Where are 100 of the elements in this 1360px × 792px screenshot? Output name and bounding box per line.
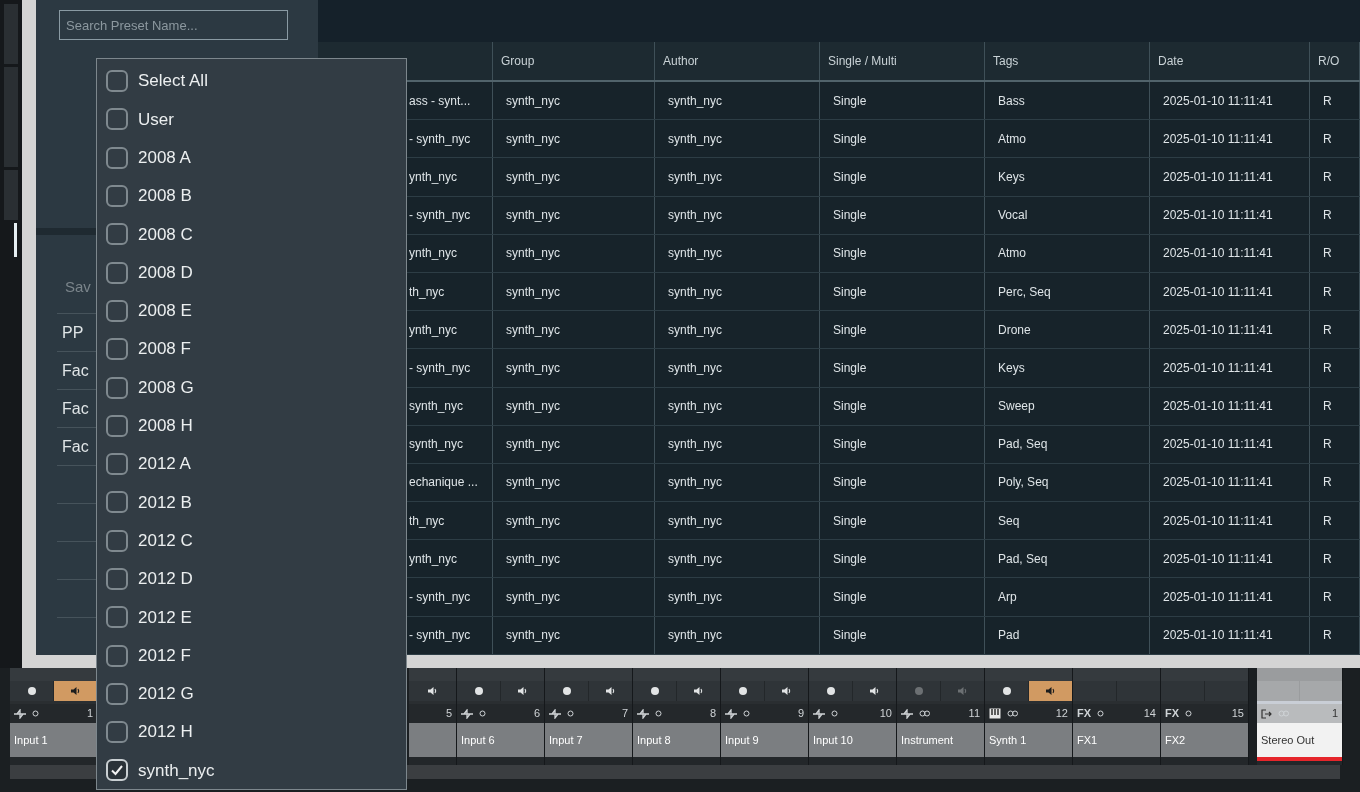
option-label: 2012 H bbox=[138, 721, 193, 744]
checkbox[interactable] bbox=[106, 108, 128, 131]
track-number: 9 bbox=[797, 706, 804, 722]
monitor-button[interactable] bbox=[589, 681, 632, 701]
table-cell-text: R bbox=[1323, 436, 1332, 454]
table-cell-text: Keys bbox=[998, 168, 1025, 186]
checkbox[interactable] bbox=[106, 606, 128, 629]
checkbox[interactable] bbox=[106, 529, 128, 552]
speaker-icon bbox=[693, 686, 704, 696]
table-cell-text: 2025-01-10 11:11:41 bbox=[1163, 207, 1273, 225]
monitor-button[interactable] bbox=[54, 681, 97, 701]
table-cell-text: synth_nyc bbox=[668, 245, 723, 263]
track-name-field[interactable]: Input 9 bbox=[721, 723, 808, 757]
table-cell-text: synth_nyc bbox=[506, 321, 561, 339]
checkbox[interactable] bbox=[106, 453, 128, 476]
track-name-field[interactable]: Input 8 bbox=[633, 723, 720, 757]
waveform-icon bbox=[549, 708, 561, 719]
table-cell-text: Single bbox=[833, 627, 867, 645]
checkbox[interactable] bbox=[106, 70, 128, 93]
table-cell-text: R bbox=[1323, 474, 1332, 492]
table-cell-text: Perc, Seq bbox=[998, 283, 1051, 301]
track-name-field[interactable]: Input 7 bbox=[545, 723, 632, 757]
table-cell-text: - synth_nyc bbox=[409, 207, 471, 225]
table-cell-text: Single bbox=[833, 589, 867, 607]
option-label: 2008 G bbox=[138, 376, 194, 399]
checkbox[interactable] bbox=[106, 376, 128, 399]
track-number: 8 bbox=[709, 706, 716, 722]
track-name-field[interactable]: FX2 bbox=[1161, 723, 1248, 757]
checkbox[interactable] bbox=[106, 644, 128, 667]
record-button[interactable] bbox=[545, 681, 588, 701]
option-label: 2012 B bbox=[138, 491, 192, 514]
monitor-button[interactable] bbox=[765, 681, 808, 701]
track-number: 12 bbox=[1055, 706, 1068, 722]
table-cell-text: synth_nyc bbox=[506, 436, 561, 454]
track-number: 7 bbox=[621, 706, 628, 722]
table-cell-text: Seq bbox=[998, 512, 1020, 530]
monitor-button[interactable] bbox=[1029, 681, 1072, 701]
table-cell-text: Single bbox=[833, 168, 867, 186]
table-cell-text: 2025-01-10 11:11:41 bbox=[1163, 474, 1273, 492]
checkbox[interactable] bbox=[106, 185, 128, 208]
checkbox[interactable] bbox=[106, 682, 128, 705]
table-cell-text: 2025-01-10 11:11:41 bbox=[1163, 359, 1273, 377]
track-name-field[interactable]: Synth 1 bbox=[985, 723, 1072, 757]
search-field[interactable]: Search Preset Name... bbox=[59, 10, 288, 40]
table-cell-text: Single bbox=[833, 359, 867, 377]
checkbox[interactable] bbox=[106, 759, 128, 782]
track-name-field[interactable]: Instrument bbox=[897, 723, 984, 757]
table-cell-text: 2025-01-10 11:11:41 bbox=[1163, 512, 1273, 530]
checkbox[interactable] bbox=[106, 491, 128, 514]
table-cell-text: synth_nyc bbox=[668, 627, 723, 645]
table-cell-text: Single bbox=[833, 398, 867, 416]
mono-circle-icon bbox=[831, 710, 838, 717]
track-name-field[interactable]: Input 1 bbox=[10, 723, 97, 757]
record-button[interactable] bbox=[985, 681, 1028, 701]
monitor-button[interactable] bbox=[853, 681, 896, 701]
table-cell-text: Single bbox=[833, 283, 867, 301]
track-name-field[interactable]: Stereo Out bbox=[1257, 723, 1342, 757]
track-number: 11 bbox=[968, 706, 980, 722]
track-type-label: FX bbox=[1165, 706, 1180, 722]
table-cell-text: Pad, Seq bbox=[998, 436, 1048, 454]
record-button[interactable] bbox=[457, 681, 500, 701]
table-cell-text: Arp bbox=[998, 589, 1017, 607]
table-cell-text: 2025-01-10 11:11:41 bbox=[1163, 550, 1273, 568]
track-name-field[interactable]: Input 10 bbox=[809, 723, 896, 757]
track-name-field[interactable]: Input 6 bbox=[457, 723, 544, 757]
linked-circles-icon bbox=[919, 710, 931, 717]
checkbox[interactable] bbox=[106, 223, 128, 246]
table-cell-text: synth_nyc bbox=[668, 130, 723, 148]
checkbox[interactable] bbox=[106, 721, 128, 744]
record-button[interactable] bbox=[633, 681, 676, 701]
table-cell-text: synth_nyc bbox=[668, 474, 723, 492]
table-cell-text: - synth_nyc bbox=[409, 130, 471, 148]
record-button[interactable] bbox=[10, 681, 53, 701]
keyboard-icon bbox=[989, 708, 1001, 719]
column-header-label: Single / Multi bbox=[828, 53, 897, 70]
checkbox[interactable] bbox=[106, 414, 128, 437]
waveform-icon bbox=[461, 708, 473, 719]
speaker-icon bbox=[1045, 686, 1056, 696]
table-cell-text: synth_nyc bbox=[506, 92, 561, 110]
table-cell-text: 2025-01-10 11:11:41 bbox=[1163, 398, 1273, 416]
output-arrow-icon bbox=[1261, 708, 1272, 719]
record-button[interactable] bbox=[809, 681, 852, 701]
table-cell-text: ass - synt... bbox=[409, 92, 471, 110]
table-cell-text: Single bbox=[833, 436, 867, 454]
monitor-button[interactable] bbox=[677, 681, 720, 701]
option-label: 2008 F bbox=[138, 338, 191, 361]
speaker-icon bbox=[781, 686, 792, 696]
checkbox[interactable] bbox=[106, 261, 128, 284]
option-label: 2012 D bbox=[138, 568, 193, 591]
check-icon bbox=[110, 763, 124, 778]
checkbox[interactable] bbox=[106, 568, 128, 590]
monitor-button[interactable] bbox=[409, 681, 456, 701]
checkbox[interactable] bbox=[106, 299, 128, 322]
monitor-button[interactable] bbox=[501, 681, 544, 701]
record-button[interactable] bbox=[721, 681, 764, 701]
table-cell-text: synth_nyc bbox=[668, 207, 723, 225]
selection-indicator bbox=[14, 223, 17, 257]
checkbox[interactable] bbox=[106, 338, 128, 361]
checkbox[interactable] bbox=[106, 146, 128, 169]
track-name-field[interactable]: FX1 bbox=[1073, 723, 1160, 757]
